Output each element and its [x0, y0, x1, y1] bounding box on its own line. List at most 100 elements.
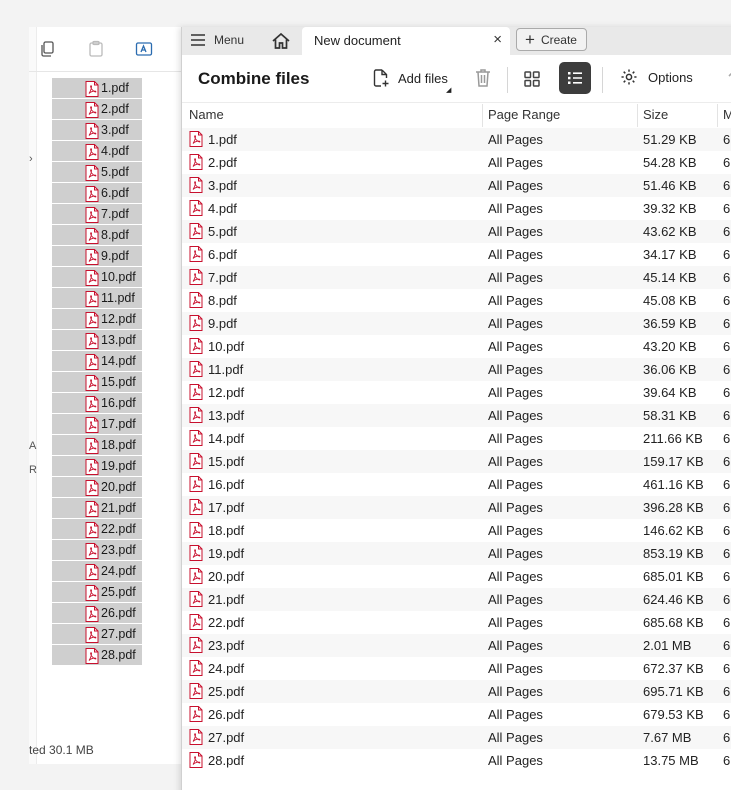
explorer-file-item[interactable]: 10.pdf: [52, 267, 142, 287]
explorer-file-item[interactable]: 16.pdf: [52, 393, 142, 413]
page-range-cell[interactable]: All Pages: [488, 431, 543, 446]
page-range-cell[interactable]: All Pages: [488, 293, 543, 308]
page-range-cell[interactable]: All Pages: [488, 224, 543, 239]
page-range-cell[interactable]: All Pages: [488, 247, 543, 262]
explorer-file-item[interactable]: 2.pdf: [52, 99, 142, 119]
page-range-cell[interactable]: All Pages: [488, 339, 543, 354]
table-row[interactable]: 3.pdf All Pages 51.46 KB 6: [182, 174, 731, 197]
explorer-file-item[interactable]: 1.pdf: [52, 78, 142, 98]
page-range-cell[interactable]: All Pages: [488, 661, 543, 676]
explorer-file-item[interactable]: 13.pdf: [52, 330, 142, 350]
explorer-file-item[interactable]: 4.pdf: [52, 141, 142, 161]
table-row[interactable]: 14.pdf All Pages 211.66 KB 6: [182, 427, 731, 450]
table-row[interactable]: 11.pdf All Pages 36.06 KB 6: [182, 358, 731, 381]
explorer-file-item[interactable]: 12.pdf: [52, 309, 142, 329]
table-row[interactable]: 26.pdf All Pages 679.53 KB 6: [182, 703, 731, 726]
page-range-cell[interactable]: All Pages: [488, 500, 543, 515]
column-header-name[interactable]: Name: [189, 107, 224, 122]
page-range-cell[interactable]: All Pages: [488, 707, 543, 722]
table-row[interactable]: 12.pdf All Pages 39.64 KB 6: [182, 381, 731, 404]
trash-icon[interactable]: [473, 67, 493, 89]
explorer-file-item[interactable]: 11.pdf: [52, 288, 142, 308]
table-row[interactable]: 22.pdf All Pages 685.68 KB 6: [182, 611, 731, 634]
table-row[interactable]: 24.pdf All Pages 672.37 KB 6: [182, 657, 731, 680]
column-divider[interactable]: [637, 104, 638, 127]
table-row[interactable]: 23.pdf All Pages 2.01 MB 6: [182, 634, 731, 657]
table-row[interactable]: 18.pdf All Pages 146.62 KB 6: [182, 519, 731, 542]
explorer-file-item[interactable]: 19.pdf: [52, 456, 142, 476]
column-header-size[interactable]: Size: [643, 107, 668, 122]
explorer-file-item[interactable]: 21.pdf: [52, 498, 142, 518]
page-range-cell[interactable]: All Pages: [488, 638, 543, 653]
page-range-cell[interactable]: All Pages: [488, 201, 543, 216]
close-icon[interactable]: ×: [493, 31, 502, 48]
page-range-cell[interactable]: All Pages: [488, 592, 543, 607]
page-range-cell[interactable]: All Pages: [488, 730, 543, 745]
paste-icon[interactable]: [87, 40, 105, 58]
table-row[interactable]: 7.pdf All Pages 45.14 KB 6: [182, 266, 731, 289]
page-range-cell[interactable]: All Pages: [488, 155, 543, 170]
rename-icon[interactable]: [135, 40, 153, 58]
page-range-cell[interactable]: All Pages: [488, 316, 543, 331]
page-range-cell[interactable]: All Pages: [488, 362, 543, 377]
column-header-page-range[interactable]: Page Range: [488, 107, 560, 122]
explorer-file-item[interactable]: 20.pdf: [52, 477, 142, 497]
options-button[interactable]: Options: [620, 68, 693, 86]
table-row[interactable]: 21.pdf All Pages 624.46 KB 6: [182, 588, 731, 611]
explorer-file-item[interactable]: 17.pdf: [52, 414, 142, 434]
explorer-file-item[interactable]: 5.pdf: [52, 162, 142, 182]
copy-icon[interactable]: [39, 40, 57, 58]
explorer-file-item[interactable]: 18.pdf: [52, 435, 142, 455]
explorer-file-item[interactable]: 3.pdf: [52, 120, 142, 140]
page-range-cell[interactable]: All Pages: [488, 523, 543, 538]
table-row[interactable]: 6.pdf All Pages 34.17 KB 6: [182, 243, 731, 266]
menu-button[interactable]: Menu: [190, 27, 244, 53]
page-range-cell[interactable]: All Pages: [488, 454, 543, 469]
tab-new-document[interactable]: New document ×: [302, 27, 510, 55]
page-range-cell[interactable]: All Pages: [488, 132, 543, 147]
explorer-file-item[interactable]: 23.pdf: [52, 540, 142, 560]
explorer-file-item[interactable]: 8.pdf: [52, 225, 142, 245]
table-row[interactable]: 8.pdf All Pages 45.08 KB 6: [182, 289, 731, 312]
list-view-button[interactable]: [559, 62, 591, 94]
explorer-file-item[interactable]: 27.pdf: [52, 624, 142, 644]
page-range-cell[interactable]: All Pages: [488, 546, 543, 561]
table-row[interactable]: 25.pdf All Pages 695.71 KB 6: [182, 680, 731, 703]
column-header-modified[interactable]: M: [723, 107, 731, 122]
explorer-file-item[interactable]: 6.pdf: [52, 183, 142, 203]
page-range-cell[interactable]: All Pages: [488, 385, 543, 400]
table-row[interactable]: 28.pdf All Pages 13.75 MB 6: [182, 749, 731, 772]
table-row[interactable]: 27.pdf All Pages 7.67 MB 6: [182, 726, 731, 749]
page-range-cell[interactable]: All Pages: [488, 569, 543, 584]
page-range-cell[interactable]: All Pages: [488, 477, 543, 492]
table-row[interactable]: 20.pdf All Pages 685.01 KB 6: [182, 565, 731, 588]
explorer-file-item[interactable]: 15.pdf: [52, 372, 142, 392]
explorer-file-item[interactable]: 28.pdf: [52, 645, 142, 665]
page-range-cell[interactable]: All Pages: [488, 178, 543, 193]
add-files-button[interactable]: Add files: [372, 68, 448, 88]
home-icon[interactable]: [270, 30, 292, 52]
page-range-cell[interactable]: All Pages: [488, 408, 543, 423]
table-row[interactable]: 5.pdf All Pages 43.62 KB 6: [182, 220, 731, 243]
table-row[interactable]: 4.pdf All Pages 39.32 KB 6: [182, 197, 731, 220]
table-row[interactable]: 9.pdf All Pages 36.59 KB 6: [182, 312, 731, 335]
explorer-file-item[interactable]: 24.pdf: [52, 561, 142, 581]
explorer-file-item[interactable]: 14.pdf: [52, 351, 142, 371]
table-row[interactable]: 1.pdf All Pages 51.29 KB 6: [182, 128, 731, 151]
up-arrow-icon[interactable]: [725, 67, 731, 89]
explorer-file-item[interactable]: 25.pdf: [52, 582, 142, 602]
explorer-file-item[interactable]: 22.pdf: [52, 519, 142, 539]
page-range-cell[interactable]: All Pages: [488, 270, 543, 285]
create-button[interactable]: + Create: [516, 28, 587, 51]
table-row[interactable]: 16.pdf All Pages 461.16 KB 6: [182, 473, 731, 496]
explorer-file-item[interactable]: 7.pdf: [52, 204, 142, 224]
page-range-cell[interactable]: All Pages: [488, 615, 543, 630]
table-row[interactable]: 15.pdf All Pages 159.17 KB 6: [182, 450, 731, 473]
table-row[interactable]: 17.pdf All Pages 396.28 KB 6: [182, 496, 731, 519]
dropdown-caret-icon[interactable]: ◢: [446, 86, 451, 94]
explorer-file-item[interactable]: 26.pdf: [52, 603, 142, 623]
explorer-file-item[interactable]: 9.pdf: [52, 246, 142, 266]
table-row[interactable]: 10.pdf All Pages 43.20 KB 6: [182, 335, 731, 358]
grid-view-icon[interactable]: [522, 69, 542, 89]
page-range-cell[interactable]: All Pages: [488, 684, 543, 699]
